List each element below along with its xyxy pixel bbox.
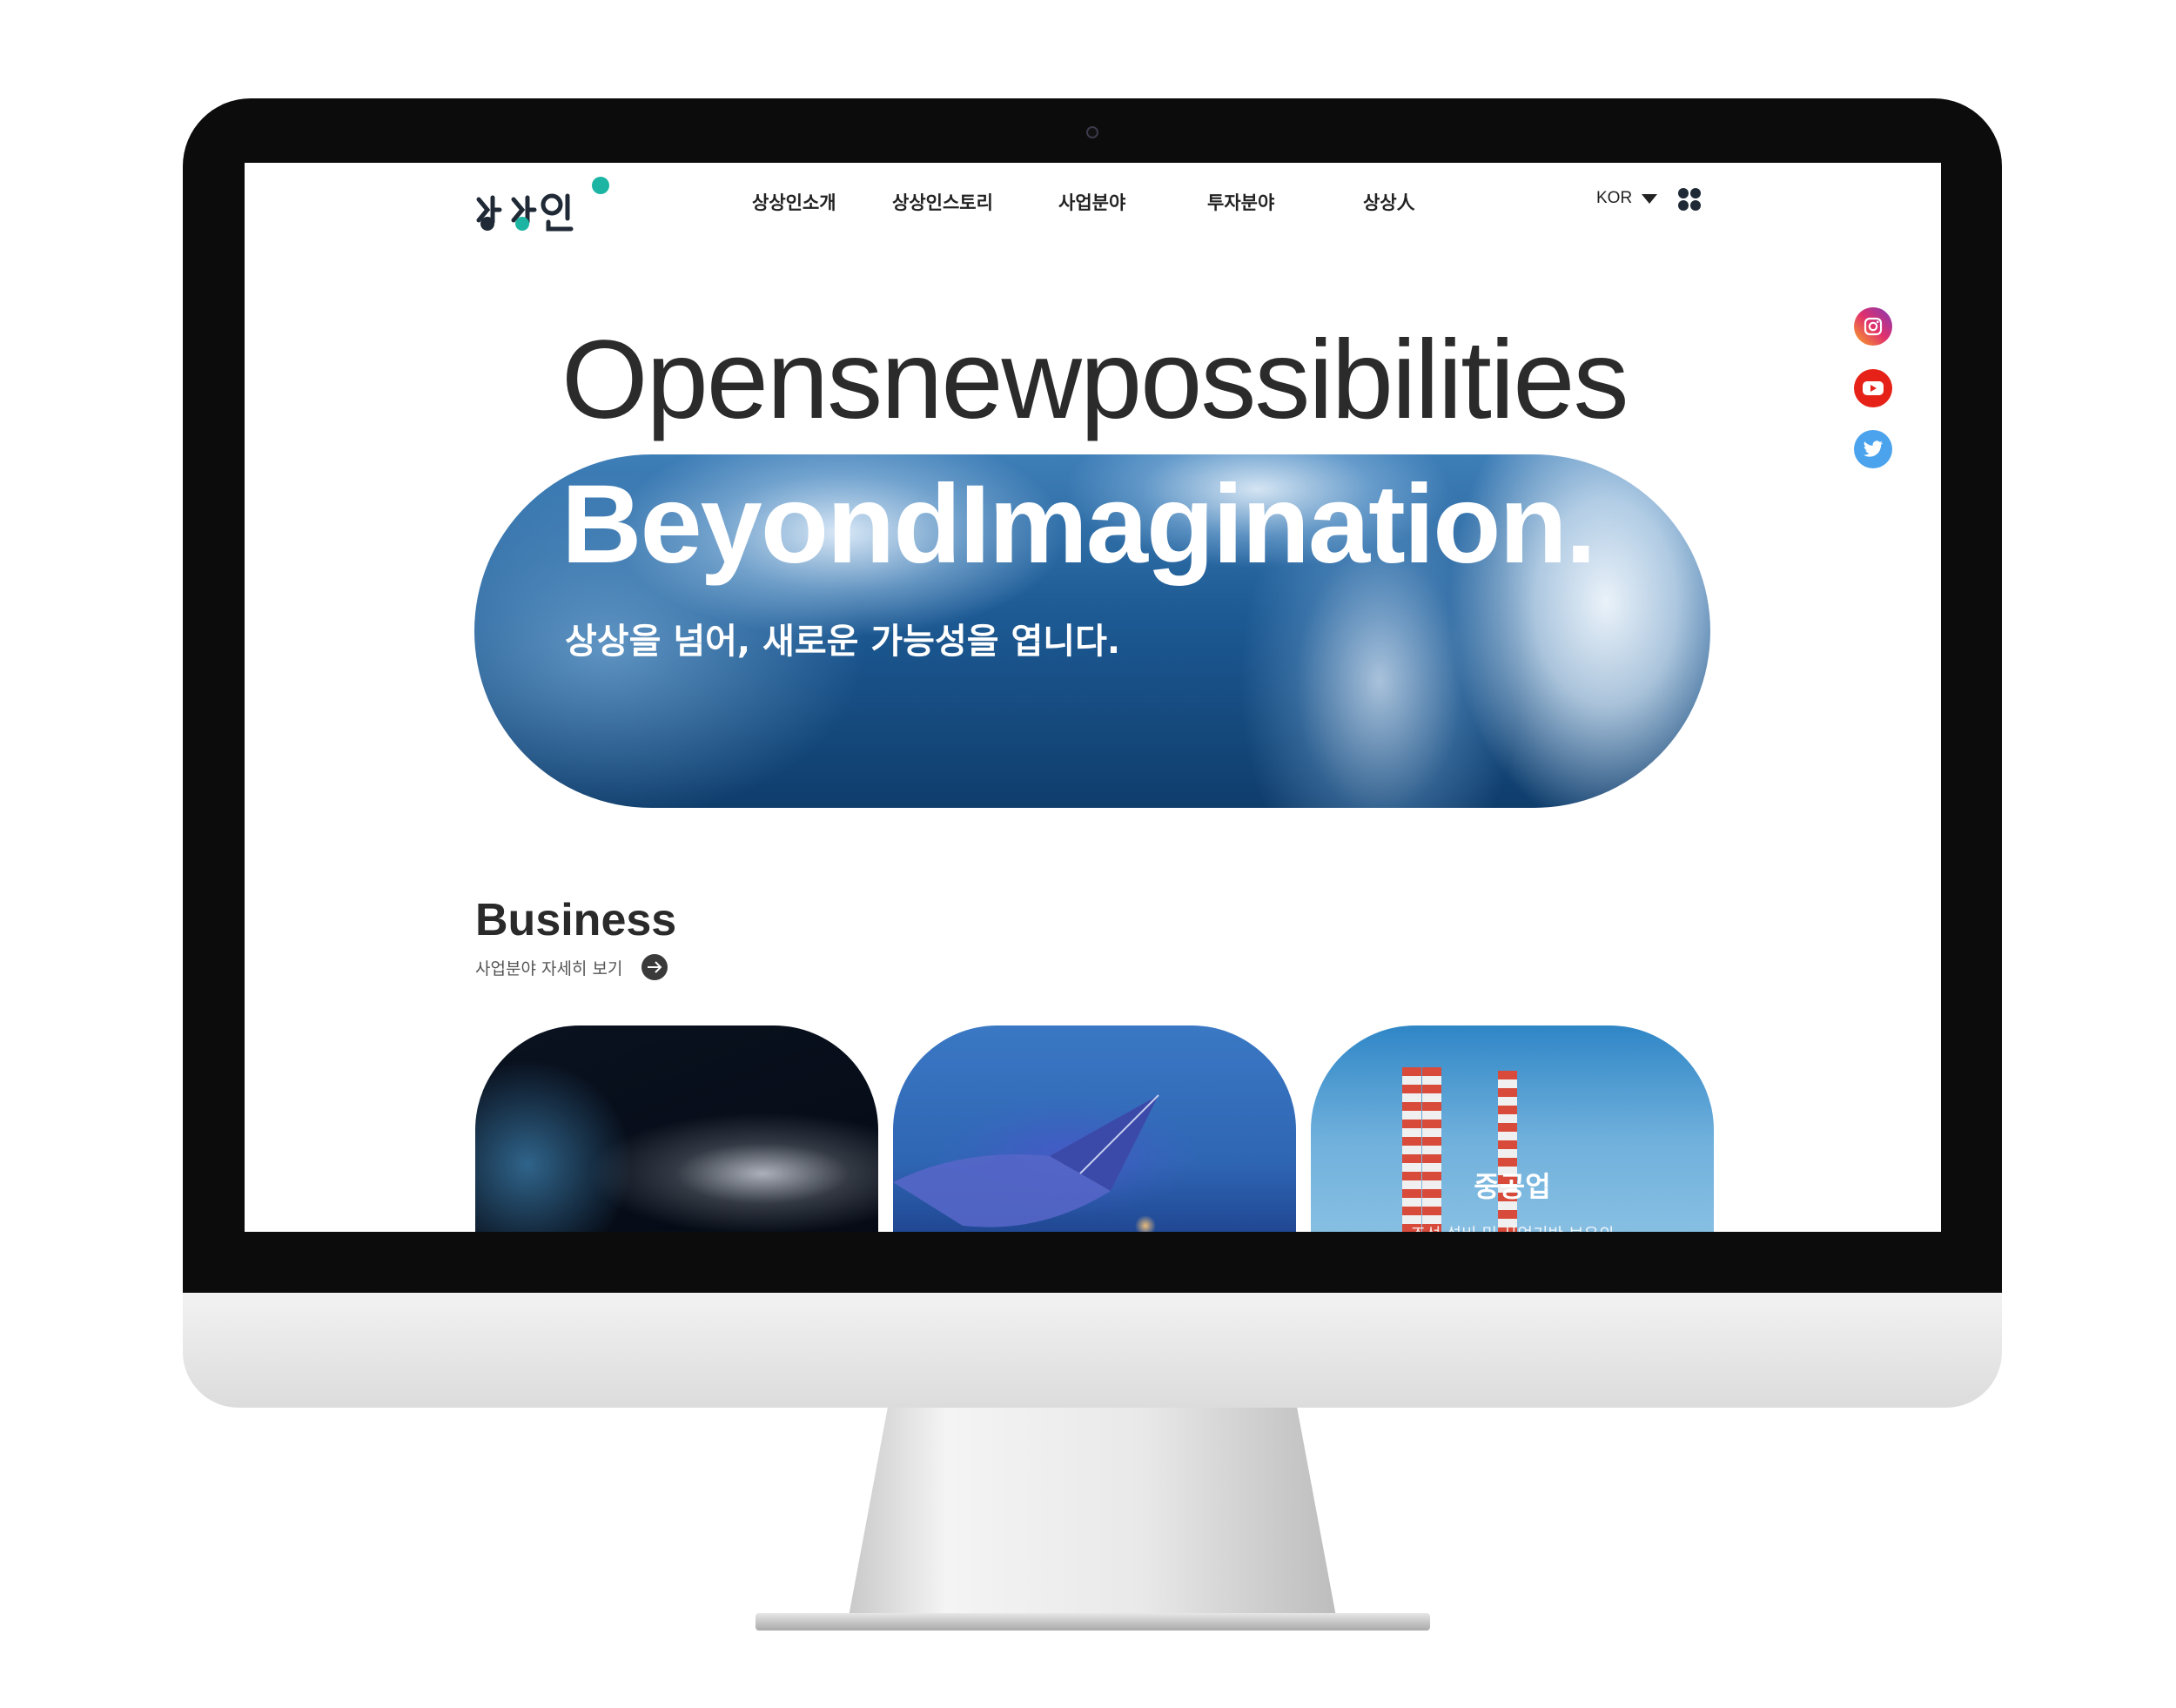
fountain-pen-icon [893, 1094, 1159, 1227]
grid-menu-icon[interactable] [1677, 187, 1702, 212]
hero-subtitle: 상상을 넘어, 새로운 가능성을 엽니다. [565, 622, 1121, 662]
arrow-right-icon [641, 954, 668, 980]
nav-item-about[interactable]: 상상인소개 [752, 189, 836, 215]
nav-item-people[interactable]: 상상人 [1363, 189, 1415, 215]
business-card-finance[interactable] [893, 1025, 1296, 1232]
nav-item-investment[interactable]: 투자분야 [1207, 189, 1274, 215]
business-section-title: Business [475, 895, 677, 945]
business-card-label: 중공업 [1474, 1170, 1551, 1203]
caret-down-icon [1642, 194, 1658, 204]
business-more-link[interactable]: 사업분야 자세히 보기 [475, 954, 668, 980]
twitter-icon[interactable] [1854, 430, 1892, 468]
monitor-base [756, 1613, 1430, 1631]
nav-item-business[interactable]: 사업분야 [1058, 189, 1125, 215]
crane-tower [1402, 1067, 1421, 1232]
monitor-chin [183, 1293, 2002, 1408]
nav-item-story[interactable]: 상상인스토리 [892, 189, 993, 215]
hero-headline-line1: Opensnewpossibilities [561, 318, 1629, 442]
monitor-stand [849, 1408, 1336, 1617]
language-selector[interactable]: KOR [1596, 189, 1658, 208]
business-card-tech[interactable] [475, 1025, 878, 1232]
camera-icon [1086, 126, 1098, 138]
crane-tower [1498, 1071, 1517, 1232]
language-label: KOR [1596, 189, 1633, 207]
crane-tower [1422, 1067, 1441, 1232]
business-card-heavy-industry[interactable]: 중공업 조선 설비 및 사업기반 보유의 [1311, 1025, 1714, 1232]
screen: 상상인소개 상상인스토리 사업분야 투자분야 상상人 KOR Opensnewp… [245, 163, 1941, 1232]
instagram-icon[interactable] [1854, 307, 1892, 346]
business-more-label: 사업분야 자세히 보기 [475, 958, 623, 978]
business-card-description: 조선 설비 및 사업기반 보유의 [1311, 1221, 1714, 1232]
hero-headline-line2: BeyondImagination. [561, 462, 1596, 587]
youtube-icon[interactable] [1854, 369, 1892, 407]
